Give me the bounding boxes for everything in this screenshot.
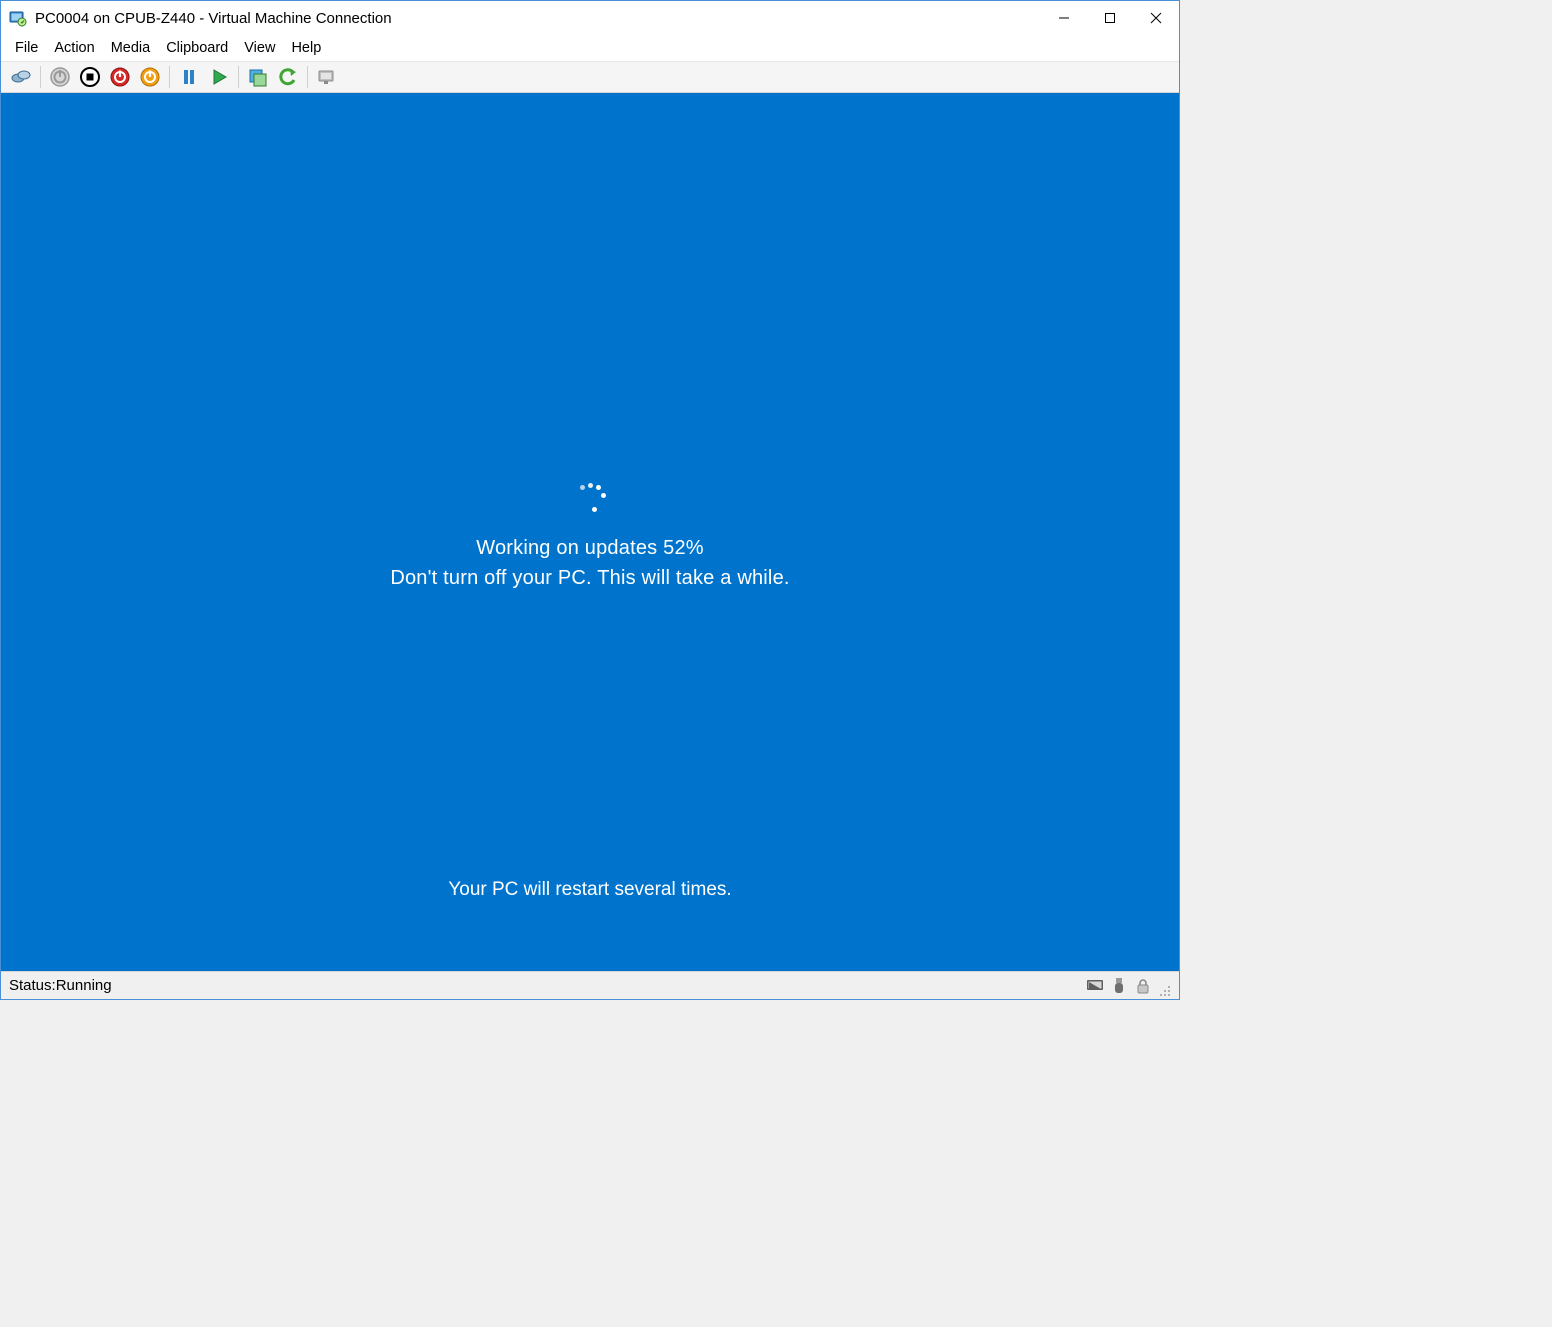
vm-connection-window: PC0004 on CPUB-Z440 - Virtual Machine Co… [0, 0, 1180, 1000]
app-icon [9, 9, 27, 27]
menu-media[interactable]: Media [103, 38, 159, 58]
enhanced-session-button[interactable] [313, 64, 341, 90]
stop-button[interactable] [76, 64, 104, 90]
pause-button[interactable] [175, 64, 203, 90]
statusbar: Status: Running [1, 971, 1179, 999]
menu-clipboard[interactable]: Clipboard [158, 38, 236, 58]
vm-viewport: Working on updates 52% Don't turn off yo… [1, 93, 1179, 971]
toolbar [1, 61, 1179, 93]
toolbar-separator [169, 66, 170, 88]
close-button[interactable] [1133, 1, 1179, 35]
turn-off-button[interactable] [46, 64, 74, 90]
status-value: Running [56, 977, 112, 994]
update-progress-prefix: Working on updates [476, 537, 663, 559]
usb-icon[interactable] [1109, 976, 1129, 996]
menu-help[interactable]: Help [283, 38, 329, 58]
update-warning-line: Don't turn off your PC. This will take a… [1, 563, 1179, 593]
display-config-icon[interactable] [1085, 976, 1105, 996]
loading-spinner-icon [570, 483, 610, 523]
menubar: File Action Media Clipboard View Help [1, 35, 1179, 61]
update-messages: Working on updates 52% Don't turn off yo… [1, 533, 1179, 593]
update-progress-line: Working on updates 52% [1, 533, 1179, 563]
shutdown-button[interactable] [106, 64, 134, 90]
status-label: Status: [9, 977, 56, 994]
restart-message: Your PC will restart several times. [1, 879, 1179, 901]
start-button[interactable] [205, 64, 233, 90]
vm-screen[interactable]: Working on updates 52% Don't turn off yo… [1, 93, 1179, 971]
reset-button[interactable] [136, 64, 164, 90]
update-progress-percent: 52% [663, 537, 704, 559]
toolbar-separator [238, 66, 239, 88]
toolbar-separator [307, 66, 308, 88]
maximize-button[interactable] [1087, 1, 1133, 35]
menu-file[interactable]: File [7, 38, 46, 58]
resize-grip-icon[interactable] [1157, 983, 1171, 997]
minimize-button[interactable] [1041, 1, 1087, 35]
checkpoint-button[interactable] [244, 64, 272, 90]
titlebar: PC0004 on CPUB-Z440 - Virtual Machine Co… [1, 1, 1179, 35]
lock-icon[interactable] [1133, 976, 1153, 996]
revert-button[interactable] [274, 64, 302, 90]
ctrl-alt-del-button[interactable] [7, 64, 35, 90]
window-title: PC0004 on CPUB-Z440 - Virtual Machine Co… [35, 10, 392, 27]
menu-view[interactable]: View [236, 38, 283, 58]
menu-action[interactable]: Action [46, 38, 102, 58]
toolbar-separator [40, 66, 41, 88]
